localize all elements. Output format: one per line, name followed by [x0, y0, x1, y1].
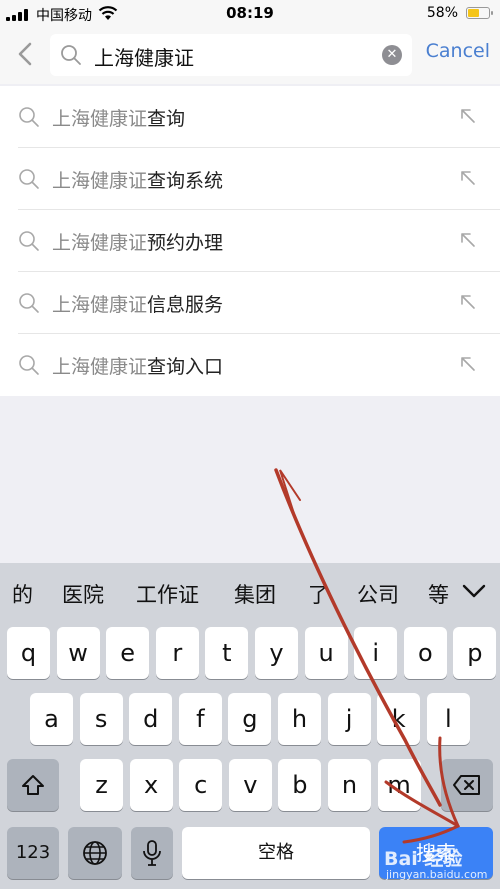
- fill-query-arrow-icon[interactable]: [458, 230, 478, 250]
- suggestion-text: 上海健康证预约办理: [52, 228, 223, 255]
- suggestion-item[interactable]: 上海健康证预约办理: [0, 210, 500, 272]
- search-icon: [61, 45, 81, 65]
- battery-icon: [466, 7, 493, 19]
- suggestion-prefix: 上海健康证: [52, 356, 148, 378]
- suggestion-suffix: 查询: [147, 108, 186, 130]
- key-d[interactable]: d: [129, 693, 173, 745]
- fill-query-arrow-icon[interactable]: [458, 168, 478, 188]
- suggestion-item[interactable]: 上海健康证查询入口: [0, 334, 500, 396]
- search-input[interactable]: 上海健康证 ✕: [50, 34, 412, 76]
- baidu-watermark: Bai 经验 jingyan.baidu.com: [384, 848, 488, 881]
- keyboard: 的医院 工作证 集团 了公司等 qwertyuiop asdfghjkl zxcvbnm 1…: [0, 563, 500, 889]
- search-icon: [19, 231, 39, 251]
- suggestion-item[interactable]: 上海健康证查询系统: [0, 148, 500, 210]
- suggestion-list: 上海健康证查询 上海健康证查询系统 上海健康证预约办理 上海健康证信息服务 上海健康证查…: [0, 86, 500, 396]
- key-v[interactable]: v: [228, 759, 272, 811]
- suggestion-text: 上海健康证查询入口: [52, 352, 223, 379]
- key-k[interactable]: k: [377, 693, 421, 745]
- search-query-text: 上海健康证: [94, 46, 194, 70]
- candidate-word[interactable]: 公司: [357, 579, 399, 609]
- battery-percent: 58%: [426, 5, 458, 21]
- key-y[interactable]: y: [255, 627, 298, 679]
- key-z[interactable]: z: [80, 759, 123, 811]
- clear-icon[interactable]: ✕: [382, 45, 402, 65]
- key-i[interactable]: i: [354, 627, 398, 679]
- key-m[interactable]: m: [377, 759, 421, 811]
- search-icon: [19, 107, 39, 127]
- search-header: 上海健康证 ✕ Cancel: [0, 28, 500, 84]
- status-bar: 中国移动 08:19 58%: [0, 0, 500, 28]
- key-q[interactable]: q: [7, 627, 50, 679]
- suggestion-text: 上海健康证查询: [52, 104, 185, 131]
- key-a[interactable]: a: [30, 693, 73, 745]
- suggestion-prefix: 上海健康证: [52, 170, 148, 192]
- globe-key[interactable]: [68, 827, 122, 879]
- key-o[interactable]: o: [403, 627, 447, 679]
- shift-key[interactable]: [7, 759, 59, 811]
- microphone-icon: [143, 840, 161, 866]
- key-u[interactable]: u: [304, 627, 348, 679]
- suggestion-prefix: 上海健康证: [52, 232, 148, 254]
- key-s[interactable]: s: [79, 693, 123, 745]
- suggestion-suffix: 查询入口: [147, 356, 224, 378]
- key-n[interactable]: n: [328, 759, 371, 811]
- key-b[interactable]: b: [278, 759, 322, 811]
- back-chevron-icon[interactable]: [14, 40, 38, 68]
- suggestion-prefix: 上海健康证: [52, 294, 148, 316]
- globe-icon: [83, 841, 107, 865]
- candidate-word[interactable]: 等: [428, 579, 449, 609]
- search-icon: [19, 293, 39, 313]
- key-e[interactable]: e: [106, 627, 150, 679]
- candidate-word[interactable]: 工作证: [136, 579, 199, 609]
- microphone-key[interactable]: [131, 827, 173, 879]
- key-j[interactable]: j: [327, 693, 371, 745]
- key-h[interactable]: h: [278, 693, 321, 745]
- fill-query-arrow-icon[interactable]: [458, 106, 478, 126]
- suggestion-item[interactable]: 上海健康证查询: [0, 86, 500, 148]
- candidate-word[interactable]: 医院: [62, 579, 104, 609]
- cancel-button[interactable]: Cancel: [426, 40, 490, 62]
- suggestion-suffix: 查询系统: [147, 170, 224, 192]
- search-icon: [19, 355, 39, 375]
- collapse-candidates-icon[interactable]: [456, 573, 492, 609]
- key-g[interactable]: g: [228, 693, 272, 745]
- suggestion-suffix: 预约办理: [147, 232, 224, 254]
- key-c[interactable]: c: [179, 759, 223, 811]
- space-key[interactable]: 空格: [182, 827, 370, 879]
- backspace-icon: [453, 775, 480, 795]
- suggestion-suffix: 信息服务: [147, 294, 224, 316]
- backspace-key[interactable]: [441, 759, 493, 811]
- key-w[interactable]: w: [56, 627, 100, 679]
- numbers-key[interactable]: 123: [7, 827, 59, 879]
- candidate-word[interactable]: 的: [12, 579, 33, 609]
- suggestion-item[interactable]: 上海健康证信息服务: [0, 272, 500, 334]
- suggestion-prefix: 上海健康证: [52, 108, 148, 130]
- key-f[interactable]: f: [178, 693, 222, 745]
- candidate-bar: 的医院 工作证 集团 了公司等: [0, 563, 500, 619]
- key-r[interactable]: r: [155, 627, 199, 679]
- shift-icon: [22, 775, 44, 795]
- fill-query-arrow-icon[interactable]: [458, 292, 478, 312]
- candidate-word[interactable]: 集团: [234, 579, 276, 609]
- search-icon: [19, 169, 39, 189]
- suggestion-text: 上海健康证信息服务: [52, 290, 223, 317]
- fill-query-arrow-icon[interactable]: [458, 354, 478, 374]
- clock: 08:19: [226, 4, 274, 22]
- key-x[interactable]: x: [129, 759, 173, 811]
- key-t[interactable]: t: [205, 627, 249, 679]
- key-p[interactable]: p: [453, 627, 497, 679]
- candidate-word[interactable]: 了: [308, 579, 329, 609]
- key-l[interactable]: l: [426, 693, 470, 745]
- suggestion-text: 上海健康证查询系统: [52, 166, 223, 193]
